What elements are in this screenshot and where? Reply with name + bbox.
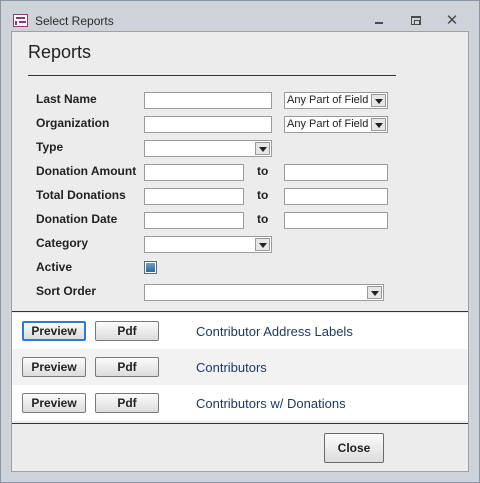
pdf-button[interactable]: Pdf	[95, 393, 159, 413]
donation-amount-from-input[interactable]	[144, 164, 244, 181]
total-donations-to-input[interactable]	[284, 188, 388, 205]
last-name-input[interactable]	[144, 92, 272, 109]
page-title: Reports	[28, 42, 92, 62]
last-name-match-select[interactable]: Any Part of Field	[284, 92, 388, 109]
form-icon	[13, 14, 28, 27]
organization-input[interactable]	[144, 116, 272, 133]
select-reports-window: Select Reports ✕ Reports Last Name Any P…	[0, 0, 480, 483]
minimize-icon[interactable]	[371, 13, 387, 29]
organization-match-select[interactable]: Any Part of Field	[284, 116, 388, 133]
total-donations-to-label: to	[257, 188, 269, 202]
title-bar[interactable]: Select Reports ✕	[1, 1, 479, 31]
close-icon[interactable]: ✕	[444, 13, 460, 29]
preview-button[interactable]: Preview	[22, 357, 86, 377]
organization-label: Organization	[36, 116, 110, 130]
chevron-down-icon[interactable]	[371, 118, 386, 131]
chevron-down-icon[interactable]	[255, 238, 270, 251]
last-name-label: Last Name	[36, 92, 97, 106]
sort-order-select[interactable]	[144, 284, 384, 301]
donation-date-to-label: to	[257, 212, 269, 226]
reports-top-divider	[12, 311, 468, 312]
chevron-down-icon[interactable]	[367, 286, 382, 299]
donation-date-label: Donation Date	[36, 212, 118, 226]
donation-amount-label: Donation Amount	[36, 164, 137, 178]
category-select[interactable]	[144, 236, 272, 253]
maximize-icon[interactable]	[408, 13, 424, 29]
report-name: Contributor Address Labels	[196, 324, 353, 339]
donation-amount-to-label: to	[257, 164, 269, 178]
report-row: Preview Pdf Contributors	[12, 349, 468, 385]
report-row: Preview Pdf Contributor Address Labels	[12, 313, 468, 349]
form-body: Reports Last Name Any Part of Field Orga…	[11, 31, 469, 472]
last-name-match-value: Any Part of Field	[287, 94, 369, 106]
preview-button[interactable]: Preview	[22, 321, 86, 341]
donation-date-from-input[interactable]	[144, 212, 244, 229]
category-label: Category	[36, 236, 89, 250]
report-name: Contributors w/ Donations	[196, 396, 346, 411]
chevron-down-icon[interactable]	[371, 94, 386, 107]
heading-divider	[28, 75, 396, 76]
preview-button[interactable]: Preview	[22, 393, 86, 413]
chevron-down-icon[interactable]	[255, 142, 270, 155]
type-label: Type	[36, 140, 64, 154]
total-donations-label: Total Donations	[36, 188, 126, 202]
pdf-button[interactable]: Pdf	[95, 357, 159, 377]
reports-bottom-divider	[12, 423, 468, 424]
checkbox-fill	[146, 263, 155, 272]
active-label: Active	[36, 260, 73, 274]
sort-order-label: Sort Order	[36, 284, 97, 298]
active-checkbox[interactable]	[144, 261, 157, 274]
close-button[interactable]: Close	[324, 433, 384, 463]
pdf-button[interactable]: Pdf	[95, 321, 159, 341]
type-select[interactable]	[144, 140, 272, 157]
organization-match-value: Any Part of Field	[287, 118, 369, 130]
donation-date-to-input[interactable]	[284, 212, 388, 229]
donation-amount-to-input[interactable]	[284, 164, 388, 181]
total-donations-from-input[interactable]	[144, 188, 244, 205]
report-row: Preview Pdf Contributors w/ Donations	[12, 385, 468, 421]
window-title: Select Reports	[35, 14, 114, 28]
report-name: Contributors	[196, 360, 267, 375]
